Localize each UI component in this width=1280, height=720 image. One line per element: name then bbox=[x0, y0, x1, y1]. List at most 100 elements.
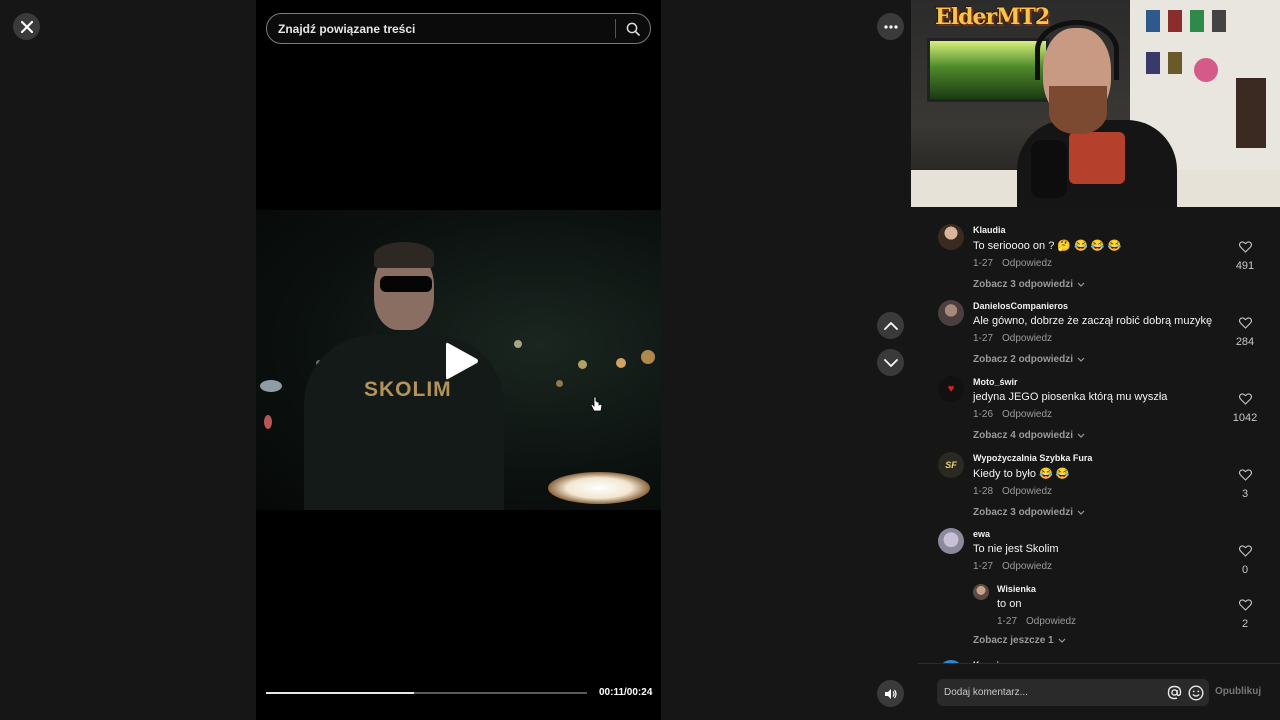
search-bar bbox=[266, 13, 651, 44]
aquarium bbox=[927, 38, 1049, 102]
reply-button[interactable]: Odpowiedz bbox=[1026, 616, 1076, 627]
chevron-down-icon bbox=[1077, 357, 1085, 362]
view-replies-label: Zobacz 4 odpowiedzi bbox=[973, 430, 1074, 441]
like-button[interactable]: 3 bbox=[1230, 468, 1260, 500]
heart-icon bbox=[1238, 599, 1252, 611]
chevron-down-icon bbox=[1077, 282, 1085, 287]
view-replies-button[interactable]: Zobacz 2 odpowiedzi bbox=[973, 354, 1280, 365]
bokeh-light bbox=[641, 350, 655, 364]
mouse-cursor-icon bbox=[590, 396, 603, 417]
comment-username[interactable]: ewa bbox=[973, 518, 1280, 539]
comment: DanielosCompanieros Ale gówno, dobrze że… bbox=[921, 290, 1280, 366]
close-icon bbox=[20, 20, 33, 33]
shelf-item bbox=[1168, 10, 1182, 32]
view-replies-button[interactable]: Zobacz 4 odpowiedzi bbox=[973, 430, 1280, 441]
view-more-replies-button[interactable]: Zobacz jeszcze 1 bbox=[973, 635, 1280, 646]
previous-video-button[interactable] bbox=[877, 312, 904, 339]
shelf-item bbox=[1146, 10, 1160, 32]
comment: SF Wypożyczalnia Szybka Fura Kiedy to by… bbox=[921, 442, 1280, 518]
comment-date: 1-27 bbox=[973, 258, 994, 269]
play-button[interactable] bbox=[444, 340, 480, 387]
like-button[interactable]: 2 bbox=[1230, 598, 1260, 630]
like-button[interactable]: 491 bbox=[1230, 240, 1260, 272]
like-count: 3 bbox=[1241, 488, 1249, 500]
person-glasses bbox=[380, 276, 432, 292]
search-input[interactable] bbox=[267, 21, 615, 36]
publish-button[interactable]: Opublikuj bbox=[1215, 686, 1261, 697]
bokeh-light bbox=[260, 380, 282, 392]
view-replies-label: Zobacz 2 odpowiedzi bbox=[973, 354, 1074, 365]
volume-button[interactable] bbox=[877, 680, 904, 707]
emoji-icon[interactable] bbox=[1188, 684, 1204, 701]
comment-username[interactable]: Klaudia bbox=[973, 214, 1280, 235]
comment-username[interactable]: Moto_świr bbox=[973, 366, 1280, 387]
comment-composer: Opublikuj bbox=[918, 663, 1280, 720]
video-frame[interactable]: SKOLIM bbox=[256, 210, 661, 510]
video-player: SKOLIM 00:11/00:24 bbox=[256, 0, 661, 720]
reply-button[interactable]: Odpowiedz bbox=[1002, 333, 1052, 344]
next-video-button[interactable] bbox=[877, 349, 904, 376]
avatar[interactable]: SF bbox=[938, 452, 964, 478]
reply-button[interactable]: Odpowiedz bbox=[1002, 486, 1052, 497]
comment-username[interactable]: Ksawi bbox=[973, 646, 1280, 664]
progress-bar[interactable] bbox=[266, 692, 587, 694]
like-count: 1042 bbox=[1232, 412, 1258, 424]
comment-username[interactable]: Wypożyczalnia Szybka Fura bbox=[973, 442, 1280, 463]
streamer-logo: ElderMT2 bbox=[935, 4, 1050, 30]
view-replies-button[interactable]: Zobacz 3 odpowiedzi bbox=[973, 507, 1280, 518]
like-count: 2 bbox=[1241, 618, 1249, 630]
person-hair bbox=[374, 242, 434, 268]
like-button[interactable]: 1042 bbox=[1230, 392, 1260, 424]
shelf-item bbox=[1212, 10, 1226, 32]
comment-input-wrap bbox=[937, 679, 1209, 706]
close-button[interactable] bbox=[13, 13, 40, 40]
streamer-beard bbox=[1049, 86, 1107, 134]
view-more-label: Zobacz jeszcze 1 bbox=[973, 635, 1054, 646]
avatar[interactable] bbox=[938, 224, 964, 250]
more-options-button[interactable] bbox=[877, 13, 904, 40]
like-button[interactable]: 0 bbox=[1230, 544, 1260, 576]
search-icon bbox=[626, 22, 640, 36]
avatar[interactable]: ♥ bbox=[938, 376, 964, 402]
at-icon[interactable] bbox=[1167, 685, 1182, 700]
comment-username[interactable]: Wisienka bbox=[997, 578, 1280, 594]
like-count: 284 bbox=[1235, 336, 1255, 348]
heart-icon bbox=[1238, 317, 1252, 329]
reply-comment: Wisienka to on 1-27 Odpowiedz 2 bbox=[973, 578, 1280, 630]
comment: Ksawi bbox=[921, 646, 1280, 664]
time-label: 00:11/00:24 bbox=[599, 687, 653, 698]
comment-date: 1-27 bbox=[973, 333, 994, 344]
play-icon bbox=[446, 342, 478, 380]
comment-username[interactable]: DanielosCompanieros bbox=[973, 290, 1280, 311]
avatar[interactable] bbox=[938, 300, 964, 326]
comments-list: Klaudia To serioooo on ? 🤔 😂 😂 😂 1-27 Odp… bbox=[921, 214, 1280, 664]
comment-input[interactable] bbox=[937, 687, 1167, 698]
reply-button[interactable]: Odpowiedz bbox=[1002, 561, 1052, 572]
microphone bbox=[1031, 140, 1067, 198]
heart-icon bbox=[1238, 545, 1252, 557]
chevron-down-icon bbox=[883, 358, 898, 367]
chevron-down-icon bbox=[1077, 433, 1085, 438]
like-count: 491 bbox=[1235, 260, 1255, 272]
bokeh-light bbox=[578, 360, 587, 369]
comment-date: 1-26 bbox=[973, 409, 994, 420]
shirt-print bbox=[1069, 132, 1125, 184]
bokeh-light bbox=[616, 358, 626, 368]
avatar[interactable] bbox=[973, 584, 989, 600]
car-headlight bbox=[548, 472, 650, 504]
like-button[interactable]: 284 bbox=[1230, 316, 1260, 348]
chevron-down-icon bbox=[1058, 638, 1066, 643]
volume-icon bbox=[884, 688, 897, 699]
reply-button[interactable]: Odpowiedz bbox=[1002, 258, 1052, 269]
heart-icon bbox=[1238, 469, 1252, 481]
reply-button[interactable]: Odpowiedz bbox=[1002, 409, 1052, 420]
chevron-down-icon bbox=[1077, 510, 1085, 515]
comment-date: 1-27 bbox=[973, 561, 994, 572]
shelf-item bbox=[1194, 58, 1218, 82]
hoodie-text: SKOLIM bbox=[364, 378, 452, 401]
progress-fill bbox=[266, 692, 414, 694]
view-replies-button[interactable]: Zobacz 3 odpowiedzi bbox=[973, 279, 1280, 290]
view-replies-label: Zobacz 3 odpowiedzi bbox=[973, 279, 1074, 290]
search-button[interactable] bbox=[616, 14, 650, 43]
avatar[interactable] bbox=[938, 528, 964, 554]
